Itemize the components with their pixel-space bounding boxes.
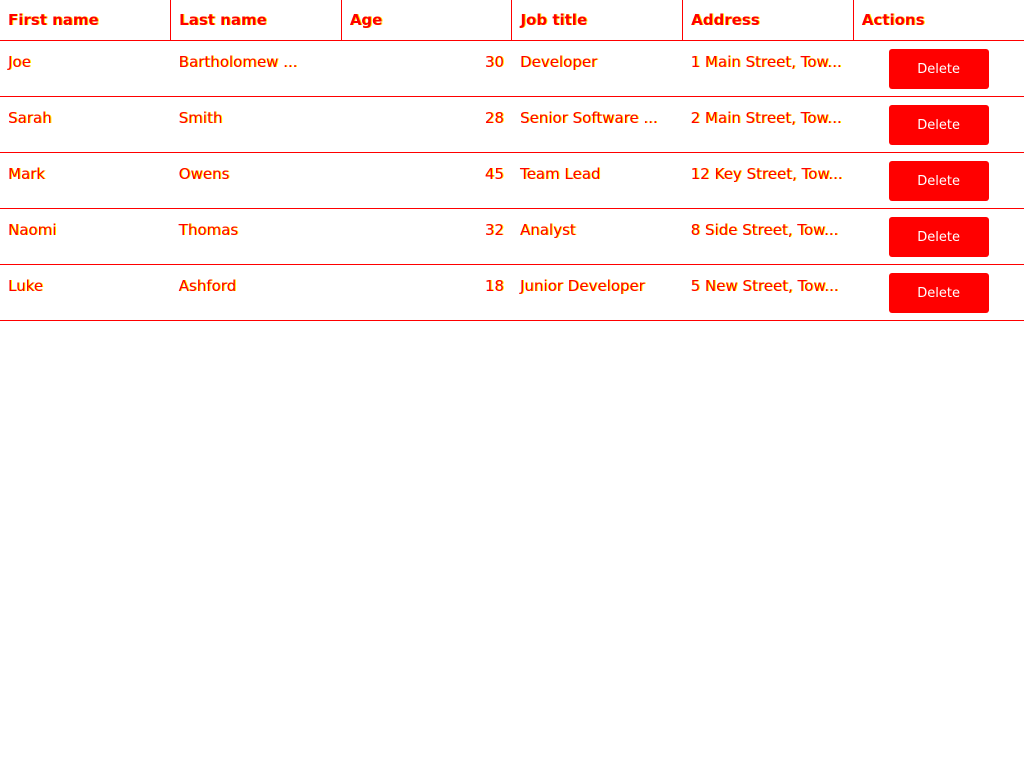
job-title-cell: Analyst xyxy=(511,208,683,265)
header-row: First name Last name Age Job title Addre… xyxy=(0,0,1024,41)
address-cell: 1 Main Street, Tow... xyxy=(682,40,854,97)
actions-cell: Delete xyxy=(853,96,1024,153)
header-age[interactable]: Age xyxy=(340,0,512,41)
job-title-cell: Junior Developer xyxy=(511,264,683,321)
table-row: Naomi Thomas 32 Analyst 8 Side Street, Tow..… xyxy=(0,208,1024,265)
first-name-cell: Naomi xyxy=(0,208,171,265)
first-name-cell: Luke xyxy=(0,264,171,321)
first-name-cell: Joe xyxy=(0,40,171,97)
job-title-cell: Developer xyxy=(511,40,683,97)
table-row: Luke Ashford 18 Junior Developer 5 New Stree… xyxy=(0,264,1024,321)
first-name-cell: Mark xyxy=(0,152,171,209)
first-name-cell: Sarah xyxy=(0,96,171,153)
last-name-cell: Thomas xyxy=(170,208,342,265)
age-cell: 32 xyxy=(341,208,512,265)
header-actions: Actions xyxy=(852,0,1024,41)
employee-table: First name Last name Age Job title Addre… xyxy=(0,0,1024,321)
last-name-cell: Bartholomew ... xyxy=(170,40,342,97)
header-address[interactable]: Address xyxy=(682,0,854,41)
last-name-cell: Smith xyxy=(170,96,342,153)
address-cell: 12 Key Street, Tow... xyxy=(682,152,854,209)
delete-button[interactable]: Delete xyxy=(888,217,989,257)
actions-cell: Delete xyxy=(853,264,1024,321)
header-last-name[interactable]: Last name xyxy=(170,0,342,41)
table-row: Mark Owens 45 Team Lead 12 Key Street, Tow..… xyxy=(0,152,1024,209)
header-job-title[interactable]: Job title xyxy=(511,0,683,41)
address-cell: 5 New Street, Tow... xyxy=(682,264,854,321)
header-first-name[interactable]: First name xyxy=(0,0,171,41)
last-name-cell: Owens xyxy=(170,152,342,209)
age-cell: 28 xyxy=(341,96,512,153)
actions-cell: Delete xyxy=(853,40,1024,97)
address-cell: 8 Side Street, Tow... xyxy=(682,208,854,265)
actions-cell: Delete xyxy=(853,208,1024,265)
table-row: Joe Bartholomew ... 30 Developer 1 Main Stre… xyxy=(0,40,1024,97)
delete-button[interactable]: Delete xyxy=(888,49,989,89)
age-cell: 30 xyxy=(341,40,512,97)
age-cell: 45 xyxy=(341,152,512,209)
age-cell: 18 xyxy=(341,264,512,321)
delete-button[interactable]: Delete xyxy=(888,161,989,201)
last-name-cell: Ashford xyxy=(170,264,342,321)
job-title-cell: Team Lead xyxy=(511,152,683,209)
delete-button[interactable]: Delete xyxy=(888,105,989,145)
address-cell: 2 Main Street, Tow... xyxy=(682,96,854,153)
delete-button[interactable]: Delete xyxy=(888,273,989,313)
job-title-cell: Senior Software ... xyxy=(511,96,683,153)
actions-cell: Delete xyxy=(853,152,1024,209)
table-row: Sarah Smith 28 Senior Software ... 2 Main St… xyxy=(0,96,1024,153)
